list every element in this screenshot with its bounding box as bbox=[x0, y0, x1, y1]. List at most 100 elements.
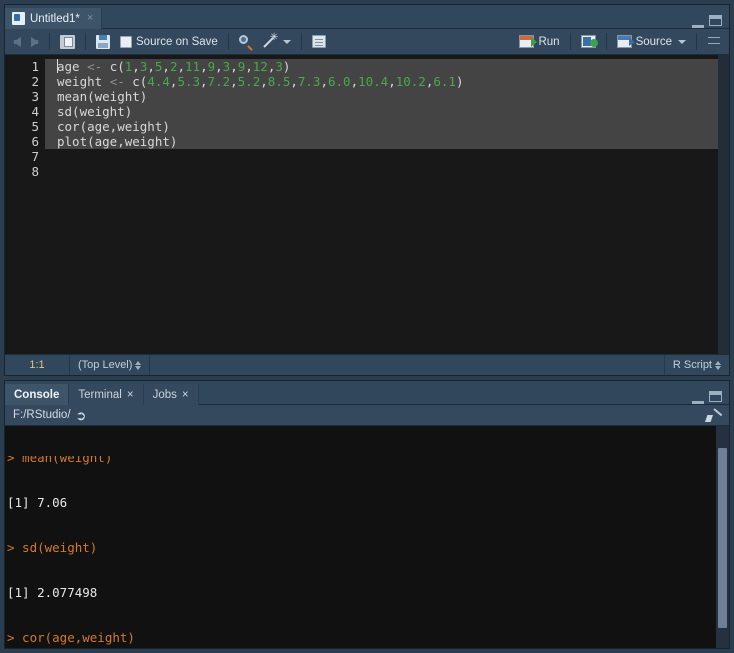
code-line-text: cor(age,weight) bbox=[57, 119, 170, 134]
line-number-gutter: 1 2 3 4 5 6 7 8 bbox=[5, 55, 45, 354]
compile-report-button[interactable] bbox=[308, 33, 330, 50]
tab-terminal[interactable]: Terminal × bbox=[69, 384, 144, 405]
tab-jobs[interactable]: Jobs × bbox=[143, 384, 199, 405]
code-line[interactable] bbox=[45, 149, 718, 164]
cursor-position: 1:1 bbox=[5, 355, 70, 375]
maximize-pane-icon[interactable] bbox=[709, 15, 722, 26]
console-line: [1] 2.077498 bbox=[7, 585, 714, 600]
console-path-bar: F:/RStudio/ ➲ bbox=[5, 405, 729, 426]
toolbar-separator bbox=[227, 33, 229, 50]
line-number: 5 bbox=[31, 119, 39, 134]
code-line[interactable]: plot(age,weight) bbox=[45, 134, 718, 149]
external-link-icon[interactable]: ➲ bbox=[76, 409, 87, 422]
code-line[interactable]: sd(weight) bbox=[45, 104, 718, 119]
back-button[interactable] bbox=[9, 35, 25, 49]
console-line-text: [1] 2.077498 bbox=[7, 585, 98, 600]
console-line-text: > mean(weight) bbox=[7, 456, 113, 465]
source-tab-bar: Untitled1* × bbox=[5, 5, 729, 29]
rstudio-window: Untitled1* × Source on Save ✳ Run Source… bbox=[0, 0, 734, 653]
source-icon bbox=[616, 35, 635, 48]
rerun-button[interactable] bbox=[577, 33, 600, 50]
console-line-text: [1] 7.06 bbox=[7, 495, 68, 510]
forward-button[interactable] bbox=[27, 35, 43, 49]
magic-wand-icon bbox=[263, 32, 278, 49]
arrow-left-icon bbox=[13, 36, 21, 47]
tab-console-label: Console bbox=[14, 388, 60, 401]
code-line[interactable] bbox=[45, 164, 718, 179]
console-line: [1] 7.06 bbox=[7, 495, 714, 510]
console-line: > sd(weight) bbox=[7, 540, 714, 555]
toolbar-separator bbox=[696, 33, 697, 50]
toolbar-separator bbox=[300, 33, 302, 50]
line-number: 7 bbox=[31, 149, 39, 164]
code-line[interactable]: age <- c(1,3,5,2,11,9,3,9,12,3) bbox=[45, 59, 718, 74]
console-line-text: > cor(age,weight) bbox=[7, 630, 135, 645]
console-tab-bar: Console Terminal × Jobs × bbox=[5, 381, 729, 405]
console-vertical-scrollbar[interactable] bbox=[716, 426, 729, 648]
chevron-updown-icon bbox=[715, 360, 721, 370]
console-line: > cor(age,weight) bbox=[7, 630, 714, 645]
checkbox-icon bbox=[120, 35, 132, 48]
line-number: 1 bbox=[31, 59, 39, 74]
tab-jobs-label: Jobs bbox=[152, 388, 177, 401]
find-replace-button[interactable] bbox=[235, 33, 257, 51]
tab-console[interactable]: Console bbox=[5, 384, 70, 405]
source-label: Source bbox=[635, 35, 672, 48]
source-pane: Untitled1* × Source on Save ✳ Run Source… bbox=[4, 4, 730, 376]
console-line-text: > sd(weight) bbox=[7, 540, 98, 555]
line-number: 6 bbox=[31, 134, 39, 149]
console-output[interactable]: > mean(weight) [1] 7.06 > sd(weight) [1]… bbox=[5, 426, 729, 648]
line-number: 4 bbox=[31, 104, 39, 119]
document-outline-button[interactable] bbox=[703, 33, 725, 50]
file-type-selector[interactable]: R Script bbox=[663, 355, 729, 375]
toolbar-separator bbox=[569, 33, 571, 50]
chevron-down-icon[interactable] bbox=[678, 39, 686, 44]
text-caret bbox=[57, 59, 58, 73]
toolbar-separator bbox=[85, 33, 86, 50]
run-button[interactable]: Run bbox=[515, 33, 563, 50]
line-number: 8 bbox=[31, 164, 39, 179]
save-button[interactable] bbox=[92, 33, 114, 51]
source-toolbar: Source on Save Run bbox=[5, 29, 729, 55]
source-window-controls bbox=[692, 15, 729, 28]
tab-terminal-label: Terminal bbox=[78, 388, 122, 401]
close-icon[interactable]: × bbox=[182, 389, 189, 401]
code-content[interactable]: age <- c(1,3,5,2,11,9,3,9,12,3) weight <… bbox=[45, 55, 718, 354]
line-number: 3 bbox=[31, 89, 39, 104]
arrow-right-icon bbox=[31, 36, 39, 47]
close-icon[interactable]: × bbox=[87, 13, 93, 24]
code-line-text: age <- c(1,3,5,2,11,9,3,9,12,3) bbox=[57, 59, 291, 74]
rerun-icon bbox=[580, 35, 598, 48]
show-in-new-window-button[interactable] bbox=[56, 33, 79, 51]
file-type-label: R Script bbox=[672, 359, 712, 371]
code-line[interactable]: weight <- c(4.4,5.3,7.2,5.2,8.5,7.3,6.0,… bbox=[45, 74, 718, 89]
code-line[interactable]: mean(weight) bbox=[45, 89, 718, 104]
code-line-text: weight <- c(4.4,5.3,7.2,5.2,8.5,7.3,6.0,… bbox=[57, 74, 464, 89]
r-script-icon bbox=[12, 12, 25, 25]
broom-icon[interactable] bbox=[705, 408, 721, 422]
source-tab-untitled1[interactable]: Untitled1* × bbox=[5, 8, 103, 29]
code-tools-button[interactable] bbox=[259, 32, 295, 51]
close-icon[interactable]: × bbox=[127, 389, 134, 401]
editor-vertical-scrollbar[interactable] bbox=[718, 55, 729, 354]
scrollbar-thumb[interactable] bbox=[718, 448, 727, 628]
code-line[interactable]: cor(age,weight) bbox=[45, 119, 718, 134]
toolbar-separator bbox=[49, 33, 50, 50]
working-directory-label[interactable]: F:/RStudio/ bbox=[13, 409, 71, 421]
code-editor[interactable]: 1 2 3 4 5 6 7 8 age <- c(1,3,5,2,11,9,3,… bbox=[5, 55, 729, 354]
minimize-pane-icon[interactable] bbox=[692, 393, 704, 404]
code-line-text: mean(weight) bbox=[57, 89, 148, 104]
minimize-pane-icon[interactable] bbox=[692, 17, 704, 28]
maximize-pane-icon[interactable] bbox=[709, 391, 722, 402]
source-toolbar-right: Run Source bbox=[515, 33, 725, 50]
console-pane: Console Terminal × Jobs × F:/RStudio/ ➲ … bbox=[4, 380, 730, 649]
chevron-updown-icon bbox=[135, 360, 142, 370]
scope-selector[interactable]: (Top Level) bbox=[70, 355, 151, 375]
code-line-text: sd(weight) bbox=[57, 104, 133, 119]
source-button[interactable]: Source bbox=[613, 33, 690, 50]
source-on-save-label: Source on Save bbox=[136, 35, 218, 48]
toolbar-separator bbox=[605, 33, 607, 50]
line-number: 2 bbox=[31, 74, 39, 89]
run-icon bbox=[519, 35, 538, 48]
source-on-save-toggle[interactable]: Source on Save bbox=[116, 34, 222, 50]
